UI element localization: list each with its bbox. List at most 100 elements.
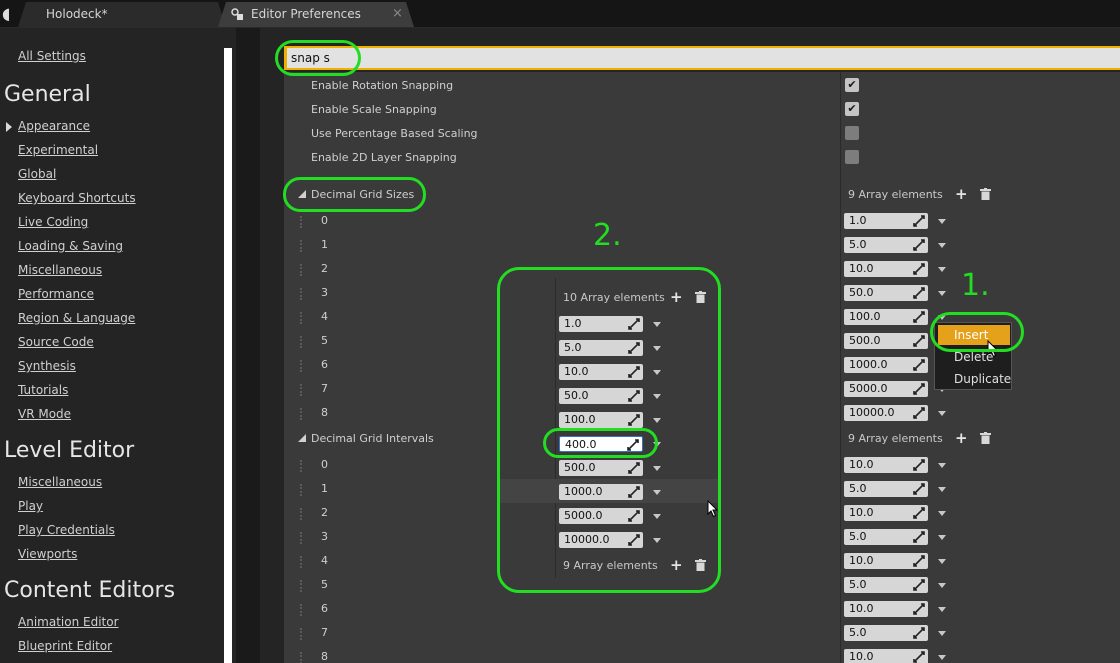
sidebar-item-synthesis[interactable]: Synthesis bbox=[18, 359, 76, 373]
add-element-icon[interactable]: + bbox=[955, 431, 968, 446]
sidebar-item-live-coding[interactable]: Live Coding bbox=[18, 215, 88, 229]
array-value-field[interactable]: 100.0 bbox=[844, 309, 928, 325]
tab-holodeck[interactable]: Holodeck* bbox=[18, 2, 226, 27]
sidebar-item-play[interactable]: Play bbox=[18, 499, 43, 513]
chevron-down-icon[interactable] bbox=[938, 267, 946, 272]
unreal-logo-icon[interactable]: ◖ bbox=[2, 5, 16, 23]
array-value-field[interactable]: 10000.0 bbox=[844, 405, 928, 421]
sidebar-item-play-credentials[interactable]: Play Credentials bbox=[18, 523, 115, 537]
array-value-field[interactable]: 50.0 bbox=[844, 285, 928, 301]
drag-handle-icon[interactable] bbox=[913, 383, 925, 395]
chevron-down-icon[interactable] bbox=[938, 463, 946, 468]
sidebar-item-source-code[interactable]: Source Code bbox=[18, 335, 94, 349]
sidebar-item-region-language[interactable]: Region & Language bbox=[18, 311, 135, 325]
drag-handle-icon[interactable] bbox=[913, 603, 925, 615]
array-value-field[interactable]: 10.0 bbox=[844, 457, 928, 473]
drag-handle-icon[interactable] bbox=[913, 239, 925, 251]
chevron-down-icon[interactable] bbox=[938, 583, 946, 588]
drag-handle-icon[interactable] bbox=[913, 335, 925, 347]
row-grip-icon[interactable] bbox=[300, 360, 304, 372]
drag-handle-icon[interactable] bbox=[913, 311, 925, 323]
chevron-down-icon[interactable] bbox=[938, 219, 946, 224]
chevron-down-icon[interactable] bbox=[938, 487, 946, 492]
row-grip-icon[interactable] bbox=[300, 628, 304, 640]
trash-icon[interactable] bbox=[980, 188, 991, 200]
sidebar-item-appearance[interactable]: Appearance bbox=[18, 119, 90, 133]
drag-handle-icon[interactable] bbox=[913, 407, 925, 419]
chevron-down-icon[interactable] bbox=[938, 411, 946, 416]
close-icon[interactable]: × bbox=[392, 6, 403, 21]
trash-icon[interactable] bbox=[980, 432, 991, 444]
checkbox-rotation-snapping[interactable]: ✔ bbox=[845, 78, 859, 92]
row-grip-icon[interactable] bbox=[300, 384, 304, 396]
sidebar-item-performance[interactable]: Performance bbox=[18, 287, 94, 301]
row-grip-icon[interactable] bbox=[300, 408, 304, 420]
drag-handle-icon[interactable] bbox=[913, 459, 925, 471]
sidebar-item-blueprint-editor[interactable]: Blueprint Editor bbox=[18, 639, 112, 653]
sidebar-scrollbar[interactable] bbox=[224, 48, 232, 663]
sidebar-item-keyboard-shortcuts[interactable]: Keyboard Shortcuts bbox=[18, 191, 136, 205]
sidebar-item-vr-mode[interactable]: VR Mode bbox=[18, 407, 71, 421]
row-grip-icon[interactable] bbox=[300, 604, 304, 616]
add-element-icon[interactable]: + bbox=[955, 187, 968, 202]
array-value-field[interactable]: 10.0 bbox=[844, 553, 928, 569]
drag-handle-icon[interactable] bbox=[913, 555, 925, 567]
column-splitter[interactable] bbox=[840, 72, 841, 663]
array-value-field[interactable]: 5.0 bbox=[844, 529, 928, 545]
chevron-down-icon[interactable] bbox=[938, 607, 946, 612]
menu-item-duplicate[interactable]: Duplicate bbox=[954, 372, 1011, 386]
row-grip-icon[interactable] bbox=[300, 532, 304, 544]
sidebar-item-viewports[interactable]: Viewports bbox=[18, 547, 77, 561]
checkbox-2d-layer-snapping[interactable] bbox=[845, 150, 859, 164]
sidebar-item-level-miscellaneous[interactable]: Miscellaneous bbox=[18, 475, 102, 489]
checkbox-percentage-scaling[interactable] bbox=[845, 126, 859, 140]
sidebar-item-tutorials[interactable]: Tutorials bbox=[18, 383, 68, 397]
checkbox-scale-snapping[interactable]: ✔ bbox=[845, 102, 859, 116]
chevron-down-icon[interactable] bbox=[938, 631, 946, 636]
sidebar-item-global[interactable]: Global bbox=[18, 167, 56, 181]
drag-handle-icon[interactable] bbox=[913, 215, 925, 227]
row-grip-icon[interactable] bbox=[300, 580, 304, 592]
row-grip-icon[interactable] bbox=[300, 336, 304, 348]
row-grip-icon[interactable] bbox=[300, 508, 304, 520]
array-value-field[interactable]: 5.0 bbox=[844, 625, 928, 641]
drag-handle-icon[interactable] bbox=[913, 359, 925, 371]
expand-arrow-icon[interactable] bbox=[298, 434, 306, 442]
sidebar-item-animation-editor[interactable]: Animation Editor bbox=[18, 615, 119, 629]
array-value-field[interactable]: 1000.0 bbox=[844, 357, 928, 373]
chevron-down-icon[interactable] bbox=[938, 243, 946, 248]
row-grip-icon[interactable] bbox=[300, 652, 304, 663]
drag-handle-icon[interactable] bbox=[913, 579, 925, 591]
drag-handle-icon[interactable] bbox=[913, 483, 925, 495]
array-value-field[interactable]: 1.0 bbox=[844, 213, 928, 229]
tab-editor-preferences[interactable]: Editor Preferences × bbox=[218, 2, 414, 27]
chevron-down-icon[interactable] bbox=[938, 559, 946, 564]
chevron-down-icon[interactable] bbox=[938, 511, 946, 516]
row-grip-icon[interactable] bbox=[300, 312, 304, 324]
chevron-down-icon[interactable] bbox=[938, 655, 946, 660]
chevron-down-icon[interactable] bbox=[938, 535, 946, 540]
chevron-down-icon[interactable] bbox=[938, 291, 946, 296]
row-grip-icon[interactable] bbox=[300, 288, 304, 300]
sidebar-item-miscellaneous[interactable]: Miscellaneous bbox=[18, 263, 102, 277]
search-input[interactable] bbox=[287, 48, 1120, 68]
drag-handle-icon[interactable] bbox=[913, 531, 925, 543]
drag-handle-icon[interactable] bbox=[913, 651, 925, 663]
drag-handle-icon[interactable] bbox=[913, 263, 925, 275]
drag-handle-icon[interactable] bbox=[913, 507, 925, 519]
sidebar-item-experimental[interactable]: Experimental bbox=[18, 143, 98, 157]
row-grip-icon[interactable] bbox=[300, 216, 304, 228]
array-value-field[interactable]: 10.0 bbox=[844, 649, 928, 663]
array-value-field[interactable]: 500.0 bbox=[844, 333, 928, 349]
array-value-field[interactable]: 10.0 bbox=[844, 601, 928, 617]
array-value-field[interactable]: 5.0 bbox=[844, 577, 928, 593]
array-value-field[interactable]: 5.0 bbox=[844, 237, 928, 253]
sidebar-item-loading-saving[interactable]: Loading & Saving bbox=[18, 239, 123, 253]
array-value-field[interactable]: 5.0 bbox=[844, 481, 928, 497]
sidebar-item-all-settings[interactable]: All Settings bbox=[18, 49, 86, 63]
row-grip-icon[interactable] bbox=[300, 484, 304, 496]
array-value-field[interactable]: 10.0 bbox=[844, 505, 928, 521]
row-grip-icon[interactable] bbox=[300, 264, 304, 276]
row-grip-icon[interactable] bbox=[300, 240, 304, 252]
array-value-field[interactable]: 10.0 bbox=[844, 261, 928, 277]
